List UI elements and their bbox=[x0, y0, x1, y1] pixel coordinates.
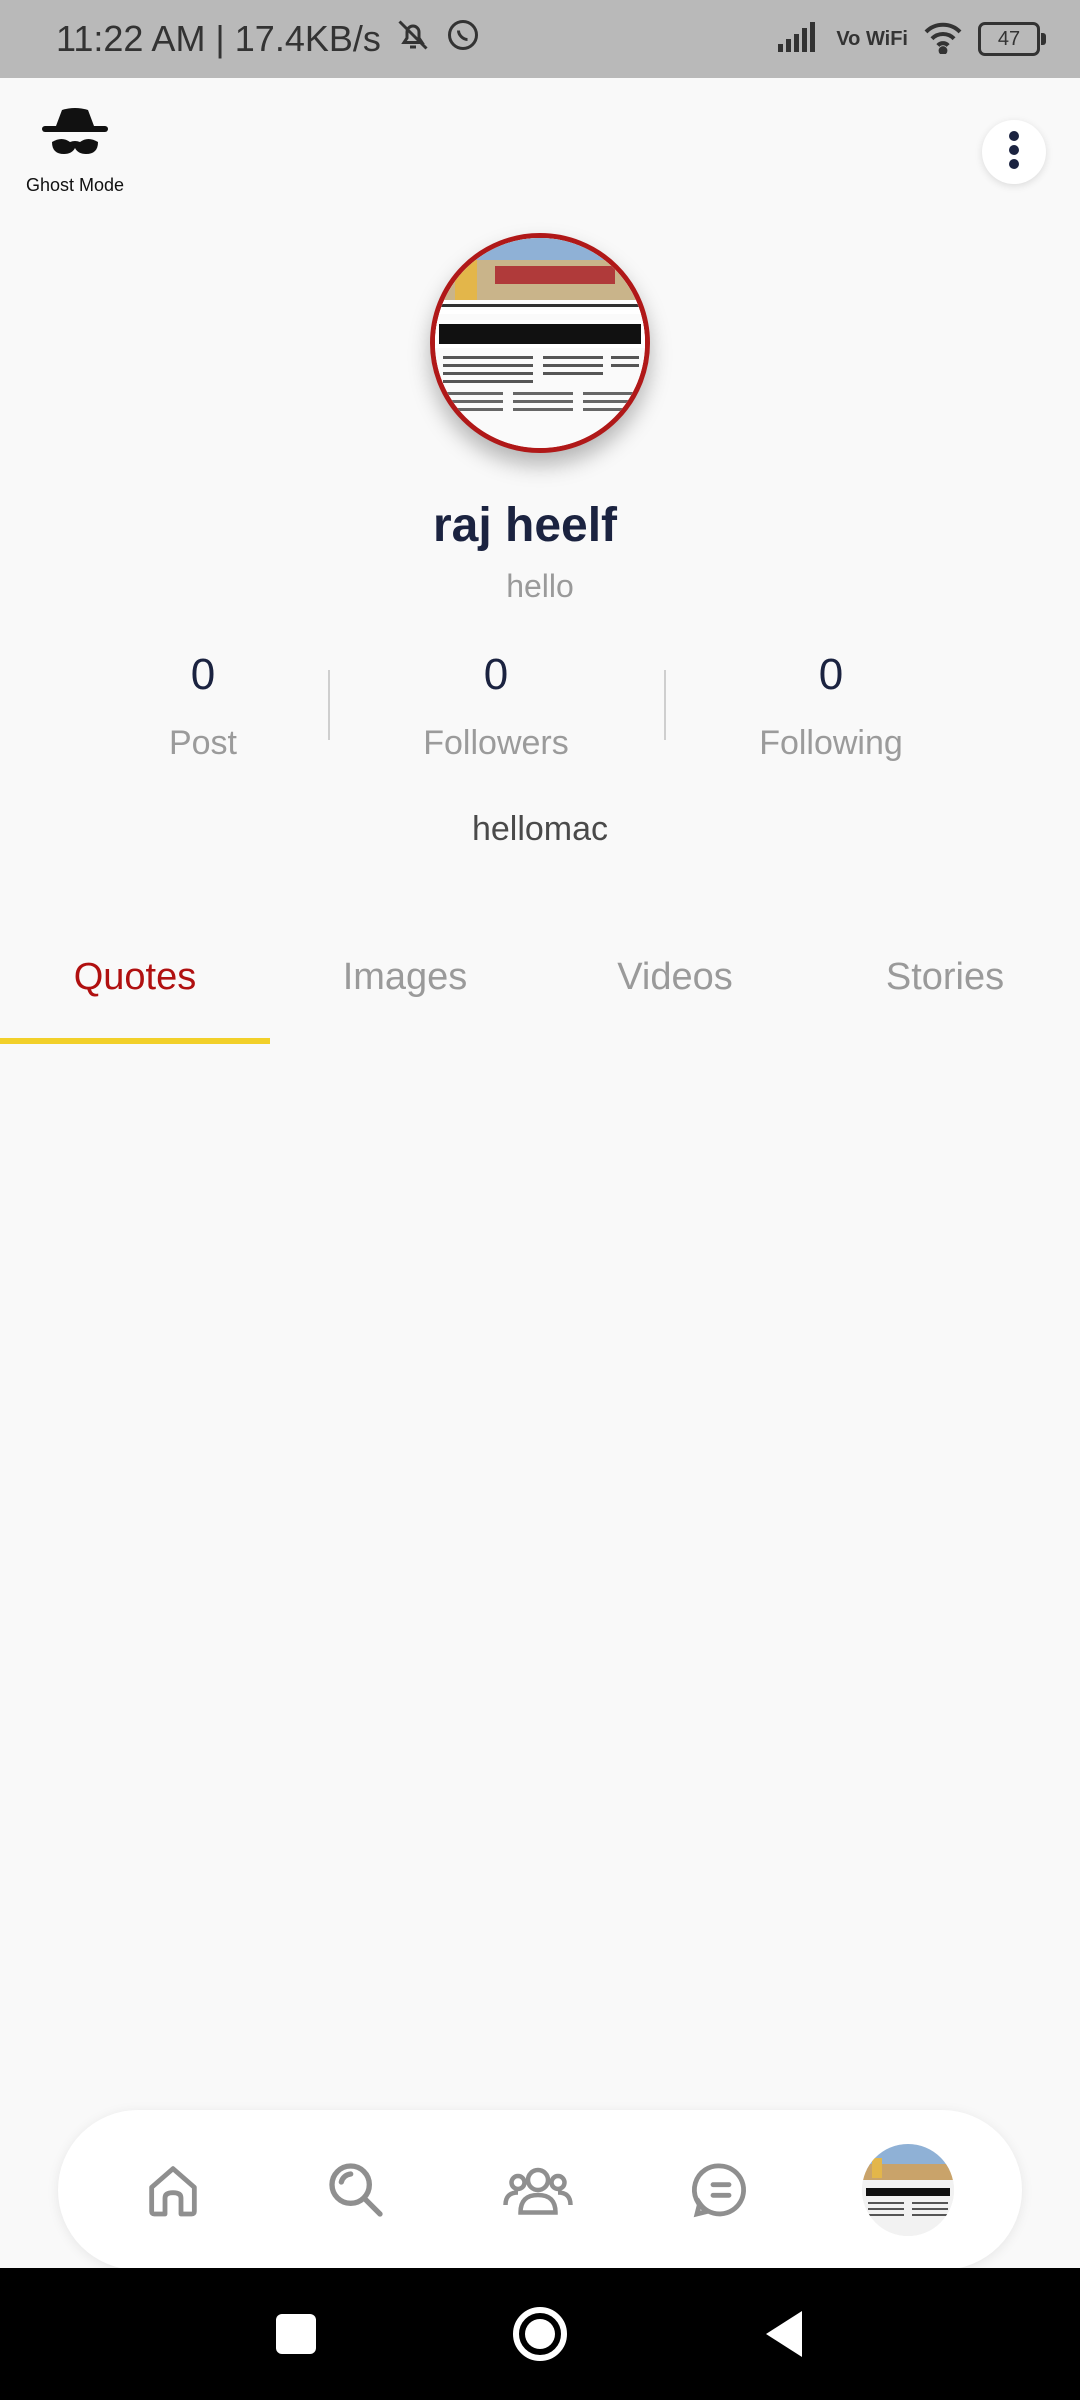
stat-divider bbox=[664, 670, 666, 740]
stat-following[interactable]: 0 Following bbox=[711, 650, 951, 763]
profile-avatar[interactable] bbox=[430, 233, 650, 453]
vowifi-label: Vo WiFi bbox=[836, 28, 908, 50]
home-button[interactable] bbox=[502, 2296, 578, 2372]
stat-followers-value: 0 bbox=[483, 650, 509, 699]
tab-images[interactable]: Images bbox=[270, 940, 540, 1040]
profile-bio: hello bbox=[506, 568, 574, 604]
stat-posts-label: Post bbox=[168, 724, 238, 762]
whatsapp-icon bbox=[445, 17, 481, 62]
bottom-nav bbox=[58, 2110, 1022, 2270]
profile-avatar[interactable] bbox=[862, 2144, 954, 2236]
recent-apps-button[interactable] bbox=[258, 2296, 334, 2372]
stat-posts-value: 0 bbox=[190, 650, 216, 699]
stat-posts[interactable]: 0 Post bbox=[83, 650, 323, 763]
stat-followers-label: Followers bbox=[423, 724, 569, 762]
stat-divider bbox=[328, 670, 330, 740]
tab-stories[interactable]: Stories bbox=[810, 940, 1080, 1040]
active-tab-indicator bbox=[0, 1038, 270, 1044]
community-icon[interactable] bbox=[498, 2150, 578, 2230]
ghost-mode-toggle[interactable]: Ghost Mode bbox=[18, 108, 132, 196]
battery-icon: 47 bbox=[978, 22, 1046, 56]
stat-following-value: 0 bbox=[818, 650, 844, 699]
signal-icon bbox=[778, 21, 822, 57]
tab-quotes[interactable]: Quotes bbox=[0, 940, 270, 1040]
chat-icon[interactable] bbox=[681, 2150, 761, 2230]
content-tabs: Quotes Images Videos Stories bbox=[0, 940, 1080, 1046]
wifi-icon bbox=[922, 20, 964, 59]
system-nav-bar bbox=[0, 2268, 1080, 2400]
profile-username: hellomac bbox=[471, 810, 609, 848]
bell-off-icon bbox=[395, 17, 431, 62]
ghost-mode-label: Ghost Mode bbox=[25, 175, 125, 195]
stat-following-label: Following bbox=[759, 724, 903, 762]
status-time-speed: 11:22 AM | 17.4KB/s bbox=[56, 18, 381, 59]
incognito-icon bbox=[38, 108, 112, 170]
more-vertical-icon bbox=[1008, 130, 1020, 175]
back-button[interactable] bbox=[746, 2296, 822, 2372]
more-options-button[interactable] bbox=[982, 120, 1046, 184]
profile-name: raj heelf bbox=[432, 499, 618, 552]
search-icon[interactable] bbox=[316, 2150, 396, 2230]
stat-followers[interactable]: 0 Followers bbox=[376, 650, 616, 763]
home-icon[interactable] bbox=[133, 2150, 213, 2230]
status-bar: 11:22 AM | 17.4KB/s Vo WiFi 47 bbox=[0, 0, 1080, 78]
battery-level: 47 bbox=[997, 27, 1021, 50]
tab-videos[interactable]: Videos bbox=[540, 940, 810, 1040]
